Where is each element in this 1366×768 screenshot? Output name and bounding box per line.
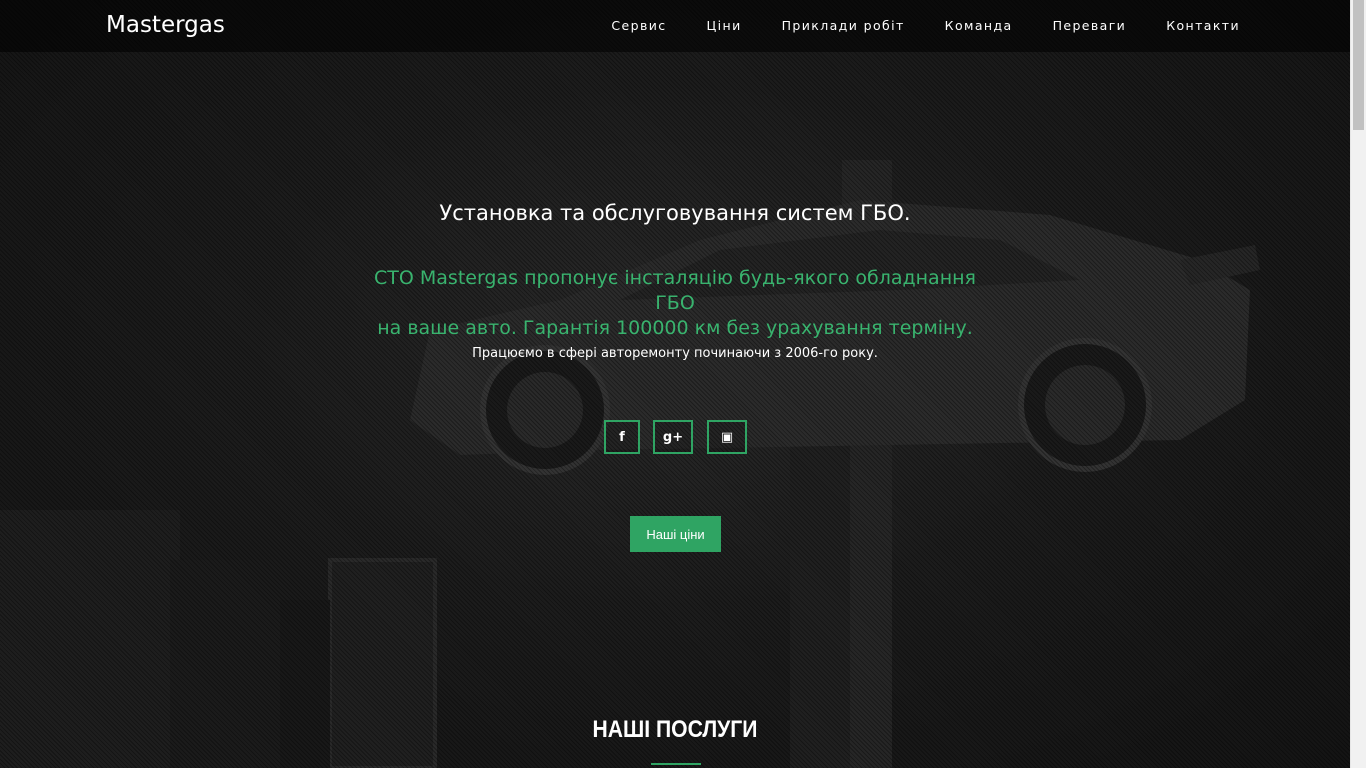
our-prices-button[interactable]: Наші ціни <box>630 516 721 552</box>
google-plus-icon: g+ <box>662 429 684 445</box>
nav-item-contacts[interactable]: Контакти <box>1166 18 1240 33</box>
nav-item-service[interactable]: Сервис <box>611 18 666 33</box>
page-scrollbar[interactable] <box>1350 0 1366 768</box>
car-on-lift-illustration <box>0 160 1260 768</box>
brand-logo[interactable]: Mastergas <box>106 12 225 38</box>
nav-item-team[interactable]: Команда <box>945 18 1013 33</box>
page: Mastergas Сервис Ціни Приклади робіт Ком… <box>0 0 1366 768</box>
hero-note: Працюємо в сфері авторемонту починаючи з… <box>472 346 878 361</box>
scrollbar-thumb[interactable] <box>1353 0 1364 130</box>
hero-background <box>0 0 1350 768</box>
hero-subtitle-line-2: на ваше авто. Гарантія 100000 км без ура… <box>377 317 973 339</box>
hero-subtitle-line-1: СТО Mastergas пропонує інсталяцію будь-я… <box>374 267 976 314</box>
facebook-icon: f <box>619 429 625 445</box>
hero-title: Установка та обслуговування систем ГБО. <box>439 201 911 225</box>
nav-item-advantages[interactable]: Переваги <box>1053 18 1127 33</box>
navbar: Mastergas Сервис Ціни Приклади робіт Ком… <box>0 0 1350 52</box>
nav-item-prices[interactable]: Ціни <box>707 18 742 33</box>
instagram-icon: ▣ <box>720 429 734 445</box>
google-plus-button[interactable]: g+ <box>653 420 693 454</box>
hero-subtitle: СТО Mastergas пропонує інсталяцію будь-я… <box>360 266 990 341</box>
facebook-button[interactable]: f <box>604 420 640 454</box>
section-title-underline <box>651 763 701 765</box>
instagram-button[interactable]: ▣ <box>707 420 747 454</box>
services-section-title: НАШІ ПОСЛУГИ <box>592 716 758 743</box>
nav-menu: Сервис Ціни Приклади робіт Команда Перев… <box>571 18 1240 33</box>
nav-item-portfolio[interactable]: Приклади робіт <box>782 18 905 33</box>
